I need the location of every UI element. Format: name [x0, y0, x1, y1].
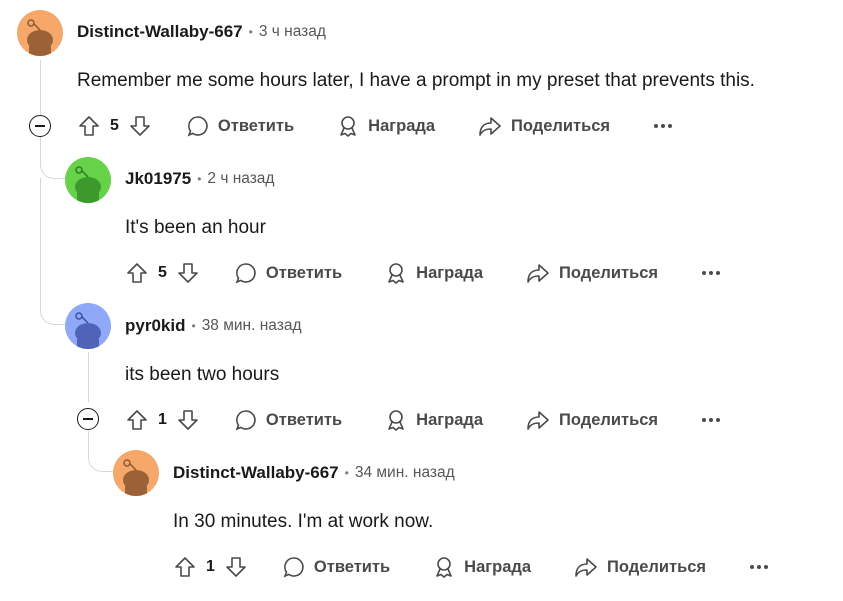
- award-label: Награда: [416, 263, 484, 282]
- comment-bubble-icon: [187, 116, 208, 137]
- downvote-icon[interactable]: [176, 408, 200, 432]
- comment-author[interactable]: Distinct-Wallaby-667: [173, 463, 339, 483]
- reply-button[interactable]: Ответить: [234, 261, 342, 285]
- share-label: Поделиться: [559, 263, 659, 282]
- downvote-icon[interactable]: [224, 555, 248, 579]
- comment-actions: 1 Ответить Награда Поделиться: [125, 405, 721, 435]
- collapse-thread-button[interactable]: [77, 408, 99, 430]
- vote-count: 5: [158, 264, 167, 281]
- award-label: Награда: [464, 557, 532, 576]
- avatar[interactable]: [17, 10, 63, 56]
- share-label: Поделиться: [511, 116, 611, 135]
- comment-actions: 5 Ответить Награда Поделиться: [125, 258, 721, 288]
- award-button[interactable]: Награда: [384, 261, 483, 285]
- reply-button[interactable]: Ответить: [186, 114, 294, 138]
- comment-time[interactable]: 3 ч назад: [259, 23, 326, 41]
- reply-label: Ответить: [313, 557, 391, 576]
- comment-time[interactable]: 34 мин. назад: [355, 464, 455, 482]
- reply-label: Ответить: [265, 263, 343, 282]
- vote-count: 1: [206, 558, 215, 575]
- share-icon: [527, 264, 549, 283]
- share-button[interactable]: Поделиться: [573, 555, 706, 579]
- comment-author[interactable]: Distinct-Wallaby-667: [77, 22, 243, 42]
- award-icon: [388, 263, 404, 284]
- comment-bubble-icon: [283, 557, 304, 578]
- comment-time[interactable]: 2 ч назад: [207, 170, 274, 188]
- share-label: Поделиться: [607, 557, 707, 576]
- downvote-icon[interactable]: [128, 114, 152, 138]
- upvote-icon[interactable]: [173, 555, 197, 579]
- avatar[interactable]: [65, 303, 111, 349]
- award-label: Награда: [416, 410, 484, 429]
- upvote-icon[interactable]: [125, 261, 149, 285]
- award-button[interactable]: Награда: [432, 555, 531, 579]
- snoo-avatar-icon: [113, 450, 159, 496]
- avatar[interactable]: [113, 450, 159, 496]
- avatar[interactable]: [65, 157, 111, 203]
- award-button[interactable]: Награда: [384, 408, 483, 432]
- separator-dot: •: [248, 25, 253, 39]
- comment-author[interactable]: Jk01975: [125, 169, 191, 189]
- separator-dot: •: [191, 319, 196, 333]
- more-options-icon[interactable]: [750, 565, 769, 569]
- comment-actions: 1 Ответить Награда Поделиться: [173, 552, 769, 582]
- share-icon: [527, 411, 549, 430]
- separator-dot: •: [197, 172, 202, 186]
- comment-actions: 5 Ответить Награда Поделиться: [77, 111, 673, 141]
- reply-button[interactable]: Ответить: [282, 555, 390, 579]
- snoo-avatar-icon: [65, 157, 111, 203]
- share-icon: [479, 117, 501, 136]
- comment-bubble-icon: [235, 263, 256, 284]
- more-options-icon[interactable]: [702, 418, 721, 422]
- snoo-avatar-icon: [17, 10, 63, 56]
- comment-author[interactable]: pyr0kid: [125, 316, 185, 336]
- upvote-icon[interactable]: [125, 408, 149, 432]
- vote-count: 1: [158, 411, 167, 428]
- comment-time[interactable]: 38 мин. назад: [202, 317, 302, 335]
- reply-button[interactable]: Ответить: [234, 408, 342, 432]
- vote-count: 5: [110, 117, 119, 134]
- comment-body: In 30 minutes. I'm at work now.: [173, 511, 434, 532]
- share-icon: [575, 558, 597, 577]
- award-icon: [388, 410, 404, 431]
- share-button[interactable]: Поделиться: [525, 408, 658, 432]
- award-button[interactable]: Награда: [336, 114, 435, 138]
- reply-label: Ответить: [265, 410, 343, 429]
- comment-body: Remember me some hours later, I have a p…: [77, 70, 755, 91]
- comment-body: It's been an hour: [125, 217, 266, 238]
- reply-label: Ответить: [217, 116, 295, 135]
- award-icon: [340, 116, 356, 137]
- more-options-icon[interactable]: [702, 271, 721, 275]
- snoo-avatar-icon: [65, 303, 111, 349]
- share-button[interactable]: Поделиться: [525, 261, 658, 285]
- collapse-thread-button[interactable]: [29, 115, 51, 137]
- share-button[interactable]: Поделиться: [477, 114, 610, 138]
- more-options-icon[interactable]: [654, 124, 673, 128]
- downvote-icon[interactable]: [176, 261, 200, 285]
- award-label: Награда: [368, 116, 436, 135]
- upvote-icon[interactable]: [77, 114, 101, 138]
- separator-dot: •: [344, 466, 349, 480]
- comment-body: its been two hours: [125, 364, 280, 385]
- comment-bubble-icon: [235, 410, 256, 431]
- award-icon: [436, 557, 452, 578]
- share-label: Поделиться: [559, 410, 659, 429]
